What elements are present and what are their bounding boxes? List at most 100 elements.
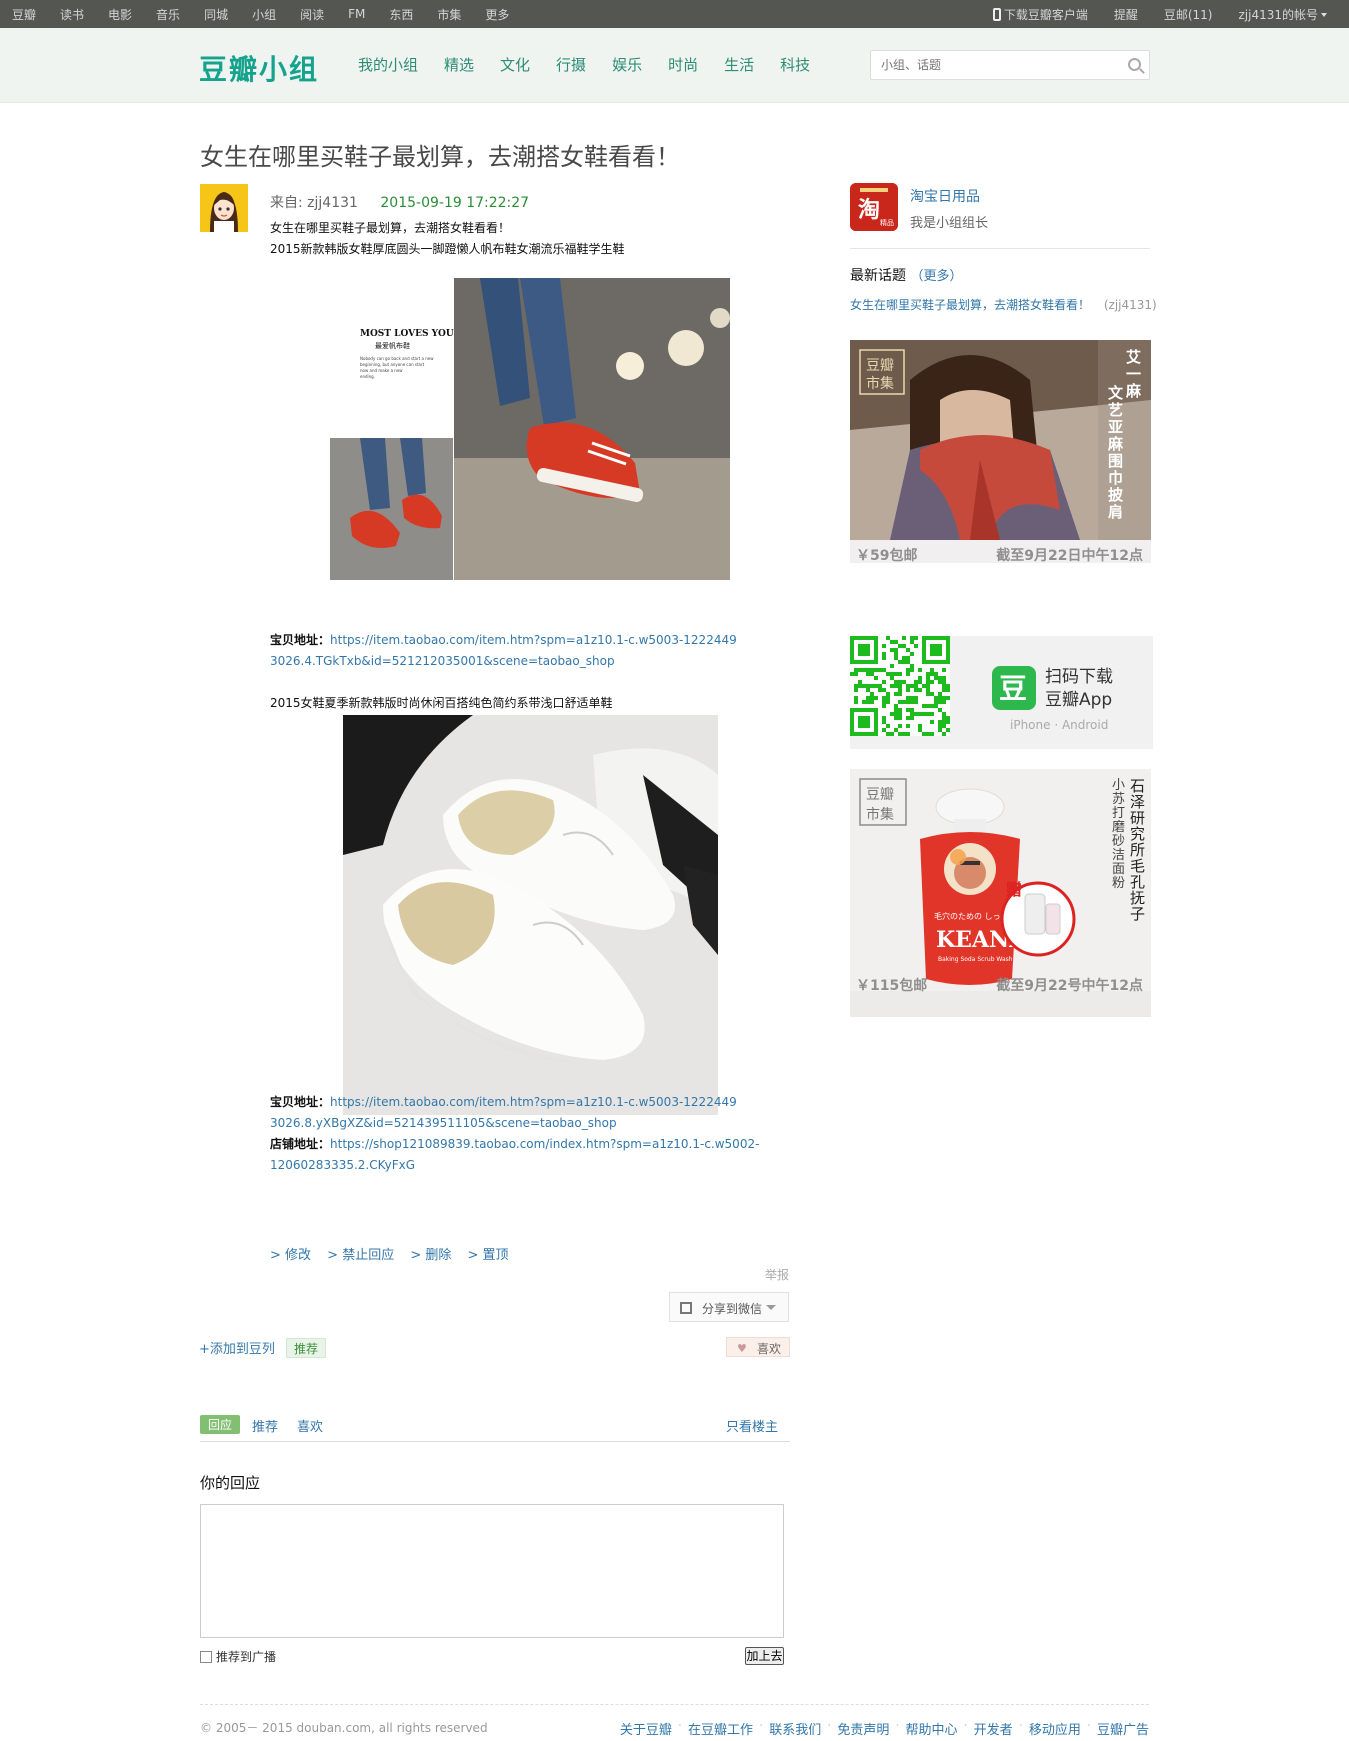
group-header: 豆瓣小组 我的小组 精选 文化 行摄 娱乐 时尚 生活 科技: [0, 28, 1349, 103]
qr-module: [894, 652, 898, 656]
qr-module: [898, 684, 902, 688]
qr-module: [926, 712, 930, 716]
footer-mobile[interactable]: 移动应用: [1029, 1719, 1081, 1738]
qr-module: [882, 716, 886, 720]
vertical-glyph: 亚: [1108, 418, 1123, 436]
group-icon[interactable]: 淘 精品: [850, 183, 898, 231]
item-link-1b[interactable]: 3026.4.TGkTxb&id=521212035001&scene=taob…: [270, 654, 615, 668]
group-nav-featured[interactable]: 精选: [444, 54, 474, 75]
pin-link[interactable]: > 置顶: [468, 1248, 509, 1263]
image1-caption-line-3: now and make a new: [360, 368, 403, 373]
recommend-button[interactable]: 推荐: [286, 1338, 326, 1358]
remind-link[interactable]: 提醒: [1114, 6, 1138, 23]
tab-like[interactable]: 喜欢: [297, 1416, 323, 1435]
like-button[interactable]: ♥ 喜欢: [726, 1337, 790, 1357]
avatar[interactable]: [200, 184, 248, 232]
latest-more-link[interactable]: （更多）: [910, 269, 962, 284]
disable-reply-link[interactable]: > 禁止回应: [327, 1248, 394, 1263]
delete-link[interactable]: > 删除: [410, 1248, 451, 1263]
qr-module: [926, 676, 930, 680]
group-name-link[interactable]: 淘宝日用品: [910, 186, 980, 206]
shop-link-b[interactable]: 12060283335.2.CKyFxG: [270, 1158, 415, 1172]
recommend-checkbox-label[interactable]: 推荐到广播: [216, 1648, 276, 1665]
footer-separator: ·: [759, 1719, 764, 1734]
footer-developer[interactable]: 开发者: [974, 1719, 1013, 1738]
global-nav-book[interactable]: 读书: [60, 6, 84, 23]
qr-module: [942, 668, 946, 672]
group-nav-mine[interactable]: 我的小组: [358, 54, 418, 75]
global-nav-music[interactable]: 音乐: [156, 6, 180, 23]
reply-textarea[interactable]: [200, 1504, 784, 1638]
only-owner-link[interactable]: 只看楼主: [726, 1416, 778, 1435]
qr-module: [922, 684, 926, 688]
qr-module: [922, 704, 926, 708]
recommend-checkbox[interactable]: [200, 1651, 212, 1663]
group-nav-ent[interactable]: 娱乐: [612, 54, 642, 75]
edit-link[interactable]: > 修改: [270, 1248, 311, 1263]
group-nav-fashion[interactable]: 时尚: [668, 54, 698, 75]
account-menu[interactable]: zjj4131的帐号: [1238, 6, 1327, 23]
group-nav-tech[interactable]: 科技: [780, 54, 810, 75]
qr-module: [894, 716, 898, 720]
tab-recommend[interactable]: 推荐: [252, 1416, 278, 1435]
from-label: 来自:: [270, 195, 303, 211]
global-nav-douban[interactable]: 豆瓣: [12, 6, 36, 23]
qr-module: [870, 668, 874, 672]
footer-jobs[interactable]: 在豆瓣工作: [688, 1719, 753, 1738]
group-nav-culture[interactable]: 文化: [500, 54, 530, 75]
group-search: [870, 50, 1150, 80]
global-nav-group[interactable]: 小组: [252, 6, 276, 23]
search-icon[interactable]: [1128, 58, 1141, 71]
item-link-2b[interactable]: 3026.8.yXBgXZ&id=521439511105&scene=taob…: [270, 1116, 617, 1130]
market-ad-cleanser[interactable]: 豆瓣 市集 毛穴のための しっとり洗顔料 KEANA Baking Soda S…: [850, 769, 1151, 1017]
global-nav-dongxi[interactable]: 东西: [389, 6, 413, 23]
group-nav-travel[interactable]: 行摄: [556, 54, 586, 75]
qr-module: [926, 704, 930, 708]
site-logo[interactable]: 豆瓣小组: [199, 48, 319, 88]
footer-help[interactable]: 帮助中心: [906, 1719, 958, 1738]
global-nav-location[interactable]: 同城: [204, 6, 228, 23]
qr-module: [946, 688, 950, 692]
mail-link[interactable]: 豆邮(11): [1164, 6, 1213, 23]
download-app-label: 下载豆瓣客户端: [1003, 7, 1088, 22]
submit-reply-button[interactable]: 加上去: [745, 1647, 784, 1665]
app-download-ad[interactable]: 豆 扫码下载 豆瓣App iPhone · Android: [850, 636, 1153, 749]
ad1-deadline: 截至9月22日中午12点: [996, 548, 1143, 563]
qr-module: [942, 680, 946, 684]
app-platforms: iPhone · Android: [1010, 718, 1109, 732]
qr-module: [882, 668, 886, 672]
vertical-glyph: 艾: [1126, 348, 1141, 366]
item-link-1a[interactable]: https://item.taobao.com/item.htm?spm=a1z…: [330, 633, 737, 647]
vertical-glyph: 面: [1112, 862, 1125, 877]
share-wechat-button[interactable]: 分享到微信: [669, 1292, 789, 1322]
add-to-doulist-link[interactable]: +添加到豆列: [199, 1338, 275, 1357]
ad2-stamp-line-2: 市集: [866, 806, 894, 823]
footer-about[interactable]: 关于豆瓣: [620, 1719, 672, 1738]
latest-topic-link[interactable]: 女生在哪里买鞋子最划算，去潮搭女鞋看看！: [850, 298, 1090, 312]
qr-module: [906, 708, 910, 712]
qr-module: [946, 696, 950, 700]
market-ad-scarf[interactable]: 豆瓣 市集 艾一麻文艺亚麻围巾披肩 ￥59包邮 截至9月22日中午12点: [850, 340, 1151, 563]
footer-disclaimer[interactable]: 免责声明: [837, 1719, 889, 1738]
qr-module: [874, 676, 878, 680]
global-nav-read[interactable]: 阅读: [300, 6, 324, 23]
vertical-glyph: 披: [1108, 486, 1124, 504]
qr-module: [890, 672, 894, 676]
item-link-2a[interactable]: https://item.taobao.com/item.htm?spm=a1z…: [330, 1095, 737, 1109]
author-link[interactable]: zjj4131: [307, 195, 358, 211]
footer-ads[interactable]: 豆瓣广告: [1097, 1719, 1149, 1738]
tab-reply[interactable]: 回应: [200, 1415, 241, 1434]
report-link[interactable]: 举报: [765, 1266, 789, 1283]
global-nav-movie[interactable]: 电影: [108, 6, 132, 23]
image1-caption-title: MOST LOVES YOU: [360, 329, 454, 339]
qr-module: [942, 700, 946, 704]
group-nav-life[interactable]: 生活: [724, 54, 754, 75]
search-input[interactable]: [871, 51, 1113, 79]
footer-contact[interactable]: 联系我们: [769, 1719, 821, 1738]
global-nav-fm[interactable]: FM: [348, 7, 365, 21]
global-nav-more[interactable]: 更多: [485, 6, 509, 23]
shop-link-a[interactable]: https://shop121089839.taobao.com/index.h…: [330, 1137, 759, 1151]
download-app-link[interactable]: 下载豆瓣客户端: [992, 6, 1088, 23]
global-nav-market[interactable]: 市集: [437, 6, 461, 23]
qr-module: [906, 684, 910, 688]
